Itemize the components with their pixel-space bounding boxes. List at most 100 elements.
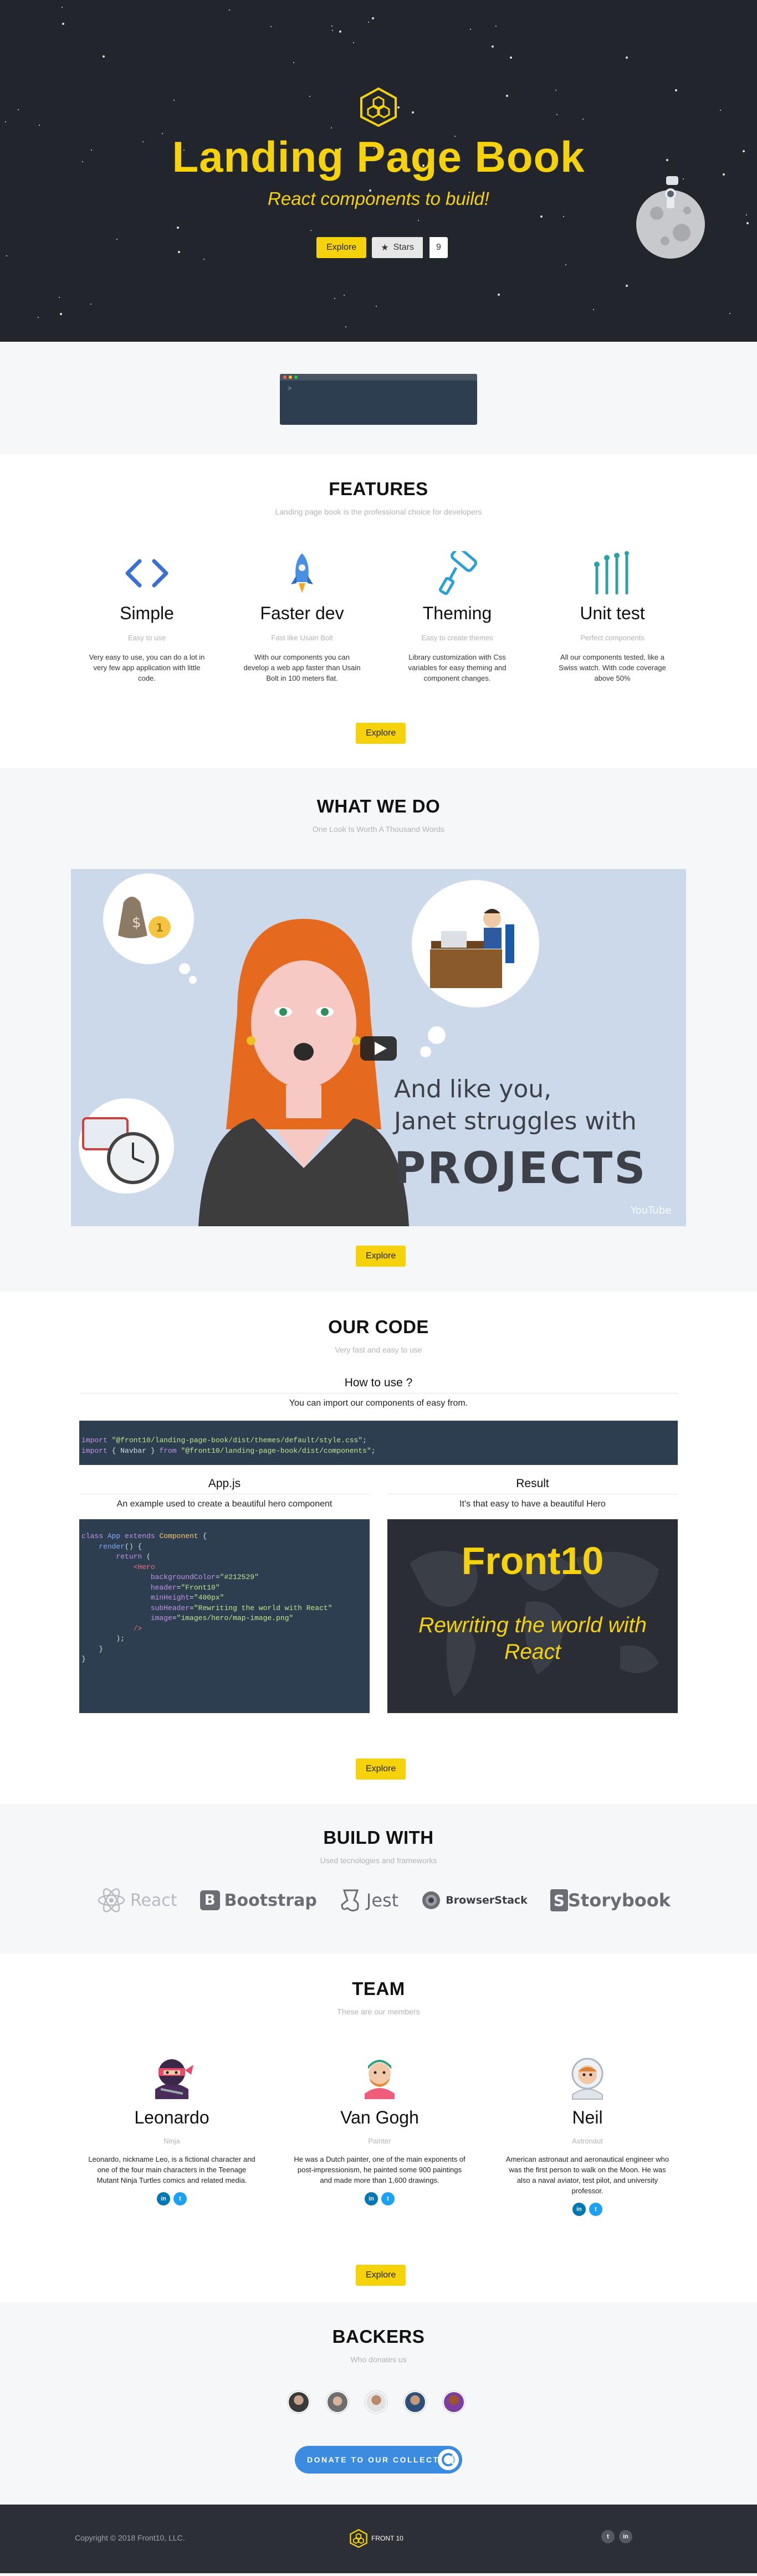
star-icon <box>345 326 346 327</box>
features-title: FEATURES <box>329 479 428 499</box>
star-icon <box>582 119 584 120</box>
bootstrap-logo[interactable]: B Bootstrap <box>200 1890 317 1910</box>
backer-avatar[interactable] <box>404 2391 426 2413</box>
code-string: "@front10/landing-page-book/dist/compone… <box>181 1447 371 1455</box>
storybook-logo[interactable]: S Storybook <box>550 1889 671 1911</box>
star-icon <box>540 215 543 218</box>
member-card: Leonardo Ninja Leonardo, nickname Leo, i… <box>86 2050 258 2216</box>
import-code-block[interactable]: import "@front10/landing-page-book/dist/… <box>79 1421 678 1465</box>
feature-card: Simple Easy to use Very easy to use, you… <box>86 551 208 683</box>
star-icon <box>310 230 311 231</box>
hero-actions: Explore ★ Stars 9 <box>316 237 448 258</box>
minimize-dot-icon <box>289 376 292 379</box>
star-icon <box>116 239 117 240</box>
member-card: Van Gogh Painter He was a Dutch painter,… <box>294 2050 466 2216</box>
star-icon <box>418 220 419 221</box>
star-icon <box>62 23 64 25</box>
backer-avatar[interactable] <box>288 2391 310 2413</box>
howto-title: How to use ? <box>79 1376 678 1394</box>
jest-label: Jest <box>366 1890 399 1911</box>
member-role: Ninja <box>163 2137 180 2145</box>
star-icon <box>309 96 310 97</box>
code-icon <box>86 551 208 595</box>
star-icon <box>746 222 749 224</box>
close-dot-icon <box>283 376 287 379</box>
star-icon <box>177 227 179 229</box>
star-icon <box>62 7 63 8</box>
star-icon <box>293 62 294 63</box>
features-explore-button[interactable]: Explore <box>356 723 406 744</box>
star-icon <box>372 17 374 19</box>
astronaut-avatar-icon <box>565 2053 610 2100</box>
whatwedo-explore-button[interactable]: Explore <box>356 1246 406 1267</box>
star-icon <box>729 313 730 314</box>
jest-logo[interactable]: Jest <box>340 1888 398 1912</box>
hexagon-logo-icon <box>360 87 397 127</box>
member-name: Van Gogh <box>340 2107 419 2127</box>
team-title: TEAM <box>352 1978 405 1999</box>
member-socials: in t <box>502 2203 673 2216</box>
features-grid: Simple Easy to use Very easy to use, you… <box>86 551 673 683</box>
video-player[interactable]: $ 1 And like you, Janet struggles with P… <box>71 869 686 1226</box>
ourcode-subtitle: Very fast and easy to use <box>335 1345 422 1354</box>
star-icon <box>412 111 414 114</box>
jest-icon <box>341 1889 359 1912</box>
terminal-prompt-icon: > <box>288 385 292 393</box>
star-icon <box>203 259 204 260</box>
twitter-icon[interactable]: t <box>601 2530 615 2543</box>
star-icon <box>39 125 40 126</box>
terminal-titlebar <box>280 374 477 381</box>
react-label: React <box>130 1890 177 1910</box>
result-hero-title: Front10 <box>461 1539 604 1582</box>
star-icon <box>720 110 721 111</box>
result-column: Result It's that easy to have a beautifu… <box>387 1477 678 1713</box>
terminal-window: > <box>280 374 477 425</box>
twitter-icon[interactable]: t <box>173 2192 187 2205</box>
linkedin-icon[interactable]: in <box>619 2530 632 2543</box>
donate-label: DONATE TO OUR COLLECTIVE <box>307 2455 456 2464</box>
star-icon <box>555 90 556 91</box>
footer: Copyright © 2018 Front10, LLC. FRONT 10 … <box>0 2505 757 2573</box>
star-icon <box>376 306 377 307</box>
stars-label: Stars <box>393 243 414 252</box>
footer-brand[interactable]: FRONT 10 <box>349 2529 403 2548</box>
twitter-icon[interactable]: t <box>589 2203 602 2216</box>
react-logo[interactable]: React <box>97 1887 177 1914</box>
star-icon <box>344 295 345 296</box>
backer-avatar[interactable] <box>365 2391 387 2413</box>
code-string: "@front10/landing-page-book/dist/themes/… <box>111 1436 363 1444</box>
member-name: Neil <box>572 2107 603 2127</box>
howto-block: How to use ? You can import our componen… <box>79 1376 678 1408</box>
hero-explore-button[interactable]: Explore <box>316 237 367 258</box>
team-subtitle: These are our members <box>337 2007 420 2016</box>
svg-text:1: 1 <box>156 921 163 934</box>
member-role: Painter <box>368 2137 391 2145</box>
team-explore-button[interactable]: Explore <box>356 2265 406 2286</box>
code-keyword: from <box>159 1447 177 1455</box>
browserstack-logo[interactable]: BrowserStack <box>421 1890 528 1910</box>
linkedin-icon[interactable]: in <box>157 2192 170 2205</box>
star-icon <box>103 55 105 58</box>
star-icon <box>270 26 272 27</box>
linkedin-icon[interactable]: in <box>365 2192 378 2205</box>
feature-description: Library customization with Css variables… <box>408 653 507 682</box>
appjs-title: App.js <box>79 1477 370 1494</box>
ourcode-section: OUR CODE Very fast and easy to use How t… <box>0 1292 757 1804</box>
star-icon <box>593 309 594 310</box>
demo-strip: > <box>0 342 757 454</box>
star-icon <box>492 45 494 48</box>
donate-button[interactable]: DONATE TO OUR COLLECTIVE <box>295 2446 462 2474</box>
member-role: Astronaut <box>572 2137 603 2145</box>
star-icon <box>506 95 508 97</box>
ourcode-explore-button[interactable]: Explore <box>356 1759 406 1780</box>
star-icon <box>178 251 180 253</box>
twitter-icon[interactable]: t <box>381 2192 395 2205</box>
rocket-icon <box>241 551 363 595</box>
stars-main[interactable]: ★ Stars <box>372 237 423 258</box>
backer-avatar[interactable] <box>326 2391 349 2413</box>
star-icon <box>90 304 91 305</box>
linkedin-icon[interactable]: in <box>572 2203 586 2216</box>
appjs-code-block[interactable]: class App extends Component { render() {… <box>79 1519 370 1713</box>
backer-avatar[interactable] <box>443 2391 465 2413</box>
github-stars-button[interactable]: ★ Stars 9 <box>372 237 448 258</box>
